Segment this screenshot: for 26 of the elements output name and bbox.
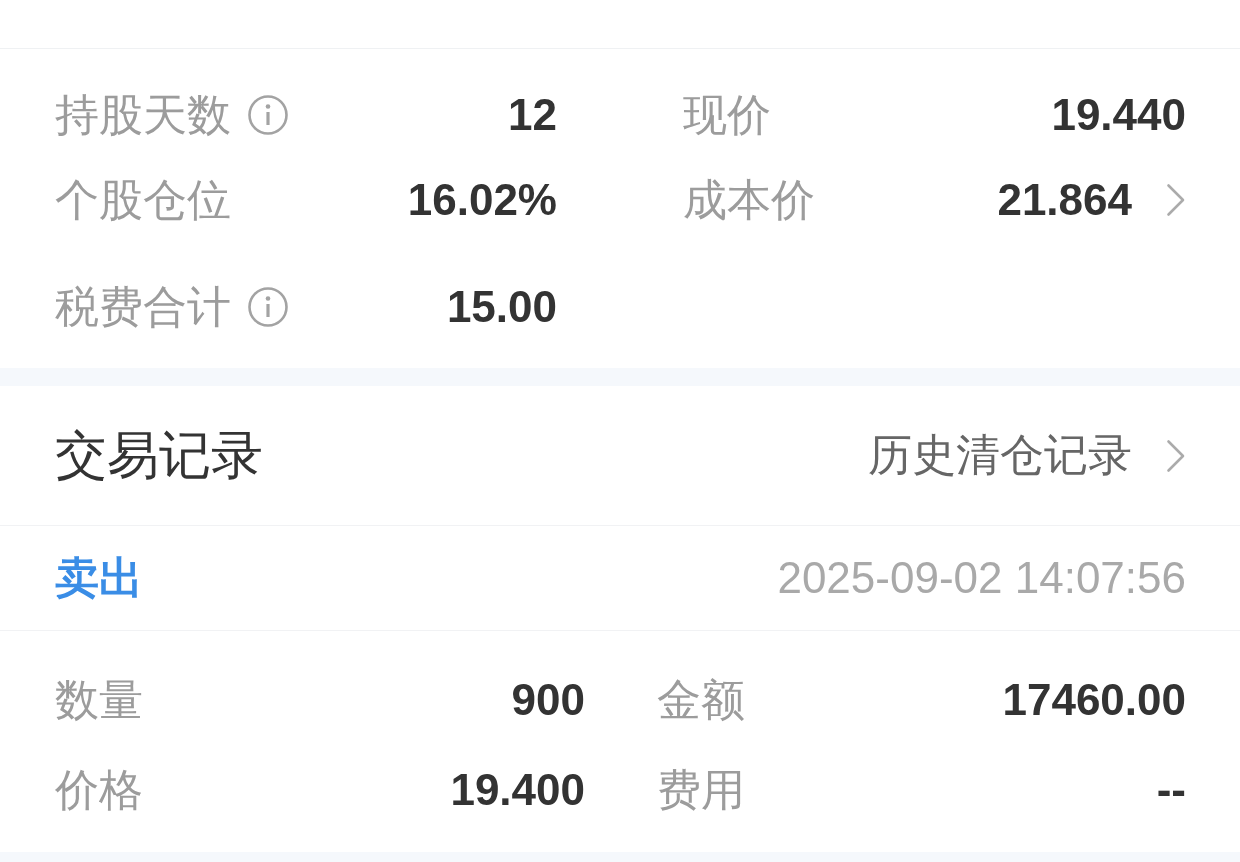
trade-time: 2025-09-02 14:07:56 bbox=[777, 553, 1186, 603]
history-link[interactable]: 历史清仓记录 bbox=[868, 426, 1186, 485]
info-icon[interactable] bbox=[248, 95, 288, 135]
field-value: -- bbox=[1156, 765, 1186, 815]
stat-label: 现价 bbox=[683, 88, 771, 141]
field-value: 19.400 bbox=[450, 765, 585, 815]
trade-type-label: 卖出 bbox=[55, 551, 143, 604]
stat-label: 成本价 bbox=[683, 173, 815, 226]
stat-label: 个股仓位 bbox=[55, 173, 231, 226]
stat-value: 15.00 bbox=[446, 282, 557, 332]
stat-value: 21.864 bbox=[997, 175, 1132, 225]
chevron-right-icon bbox=[1166, 438, 1186, 473]
field-label: 费用 bbox=[657, 763, 745, 816]
stat-value: 19.440 bbox=[1051, 90, 1186, 140]
stat-label: 税费合计 bbox=[55, 280, 231, 333]
field-value: 17460.00 bbox=[1002, 675, 1186, 725]
section-title: 交易记录 bbox=[55, 424, 263, 486]
field-label: 价格 bbox=[55, 763, 143, 816]
stat-value: 12 bbox=[508, 90, 557, 140]
field-label: 数量 bbox=[55, 673, 143, 726]
field-label: 金额 bbox=[657, 673, 745, 726]
field-value: 900 bbox=[511, 675, 585, 725]
chevron-right-icon[interactable] bbox=[1166, 183, 1186, 217]
stat-label: 持股天数 bbox=[55, 88, 231, 141]
info-icon[interactable] bbox=[248, 287, 288, 327]
stat-value: 16.02% bbox=[407, 175, 557, 225]
